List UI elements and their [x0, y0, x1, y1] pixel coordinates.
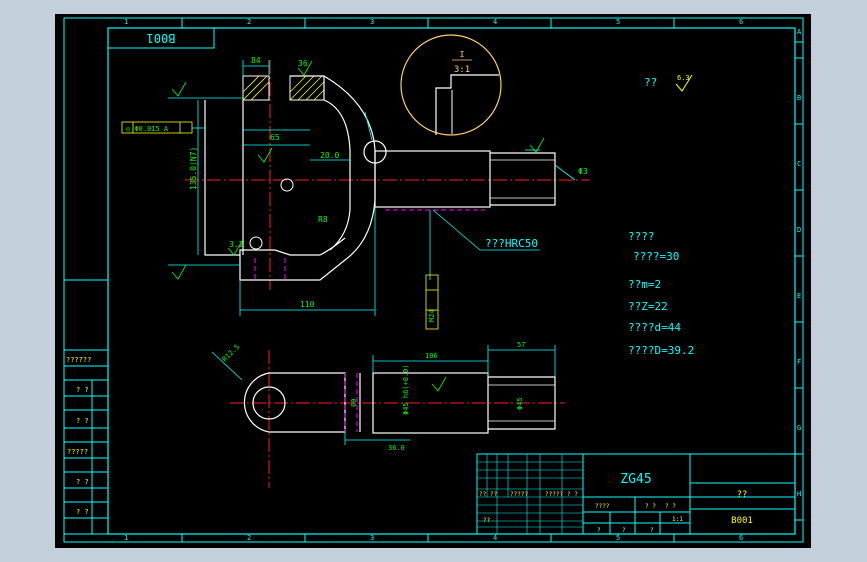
dim-arrow-label: Φ3	[578, 167, 588, 176]
dim-shaft-length: 106	[425, 352, 438, 360]
gear-teeth: ??Z=22	[628, 300, 668, 313]
material-label: ZG45	[620, 472, 651, 487]
zone-number-6-bottom: 6	[739, 534, 743, 542]
dim-left-vertical: 135.0(N7)	[189, 147, 198, 190]
zone-number-2-top: 2	[247, 18, 251, 26]
zone-letter-E: E	[797, 292, 801, 300]
tb-sub-5: ?	[622, 527, 626, 534]
roughness-label: ??	[644, 76, 657, 89]
dim-width-60: 60	[350, 399, 358, 407]
dim-slot: 20.0	[320, 151, 339, 160]
dim-bottom: 36.0	[388, 444, 405, 452]
zone-letter-F: F	[797, 358, 801, 366]
roughness-small: 3.2	[229, 240, 244, 249]
gear-title: ????	[628, 230, 655, 243]
tb-row-3: ? ?	[567, 491, 578, 498]
dim-shaft-dia: Φ45 h6(+0.0)	[402, 364, 410, 415]
dim-spline-dia: Φ45	[516, 397, 524, 410]
drawing-number-rotated: B001	[147, 31, 176, 45]
zone-number-1-bottom: 1	[124, 534, 128, 542]
cad-viewport[interactable]: 112233445566 ABCDEFGH B001 ◎ Φ0.015 A 84…	[0, 0, 867, 562]
tb-sheet: 1:1	[672, 516, 683, 523]
zone-number-4-bottom: 4	[493, 534, 497, 542]
zone-number-1-top: 1	[124, 18, 128, 26]
detail-scale: 3:1	[454, 65, 470, 75]
tolerance-text: ◎ Φ0.015 A	[126, 125, 169, 133]
tb-row-1: ?????	[510, 491, 528, 498]
left-label-2: ? ?	[76, 417, 89, 425]
gear-teeth-line: ????=30	[633, 250, 679, 263]
feature-box-text: M24	[428, 309, 436, 322]
tb-sub-3: ??	[483, 517, 491, 524]
heat-treatment-note: ???HRC50	[485, 237, 538, 250]
left-label-3: ?????	[67, 448, 88, 456]
zone-number-6-top: 6	[739, 18, 743, 26]
left-label-1: ? ?	[76, 386, 89, 394]
dim-spline-length: 57	[517, 341, 525, 349]
title-drawing-number: B001	[731, 516, 753, 526]
left-label-5: ? ?	[76, 508, 89, 516]
zone-number-3-bottom: 3	[370, 534, 374, 542]
sheet-background	[55, 14, 811, 548]
zone-number-5-bottom: 5	[616, 534, 620, 542]
dim-top-small: 36	[298, 59, 308, 68]
tb-sub-0: ????	[595, 503, 610, 510]
tb-sub-4: ?	[597, 527, 601, 534]
detail-letter: I	[460, 50, 465, 59]
zone-letter-D: D	[797, 226, 801, 234]
owner-label: ??	[737, 490, 748, 500]
tb-sub-6: ?	[650, 527, 654, 534]
roughness-value: 6.3	[677, 74, 690, 82]
zone-number-3-top: 3	[370, 18, 374, 26]
dim-chamfer: R8	[318, 215, 328, 224]
tb-sub-2: ? ?	[665, 503, 676, 510]
gear-pitch-dia: ????d=44	[628, 321, 681, 334]
zone-letter-C: C	[797, 160, 801, 168]
tb-row-2: ?????	[545, 491, 563, 498]
tb-row-0: ?? ??	[479, 491, 497, 498]
dim-top-width: 84	[251, 56, 261, 65]
gear-root-dia: ????D=39.2	[628, 344, 694, 357]
zone-number-2-bottom: 2	[247, 534, 251, 542]
zone-number-5-top: 5	[616, 18, 620, 26]
dim-bottom-width: 110	[300, 300, 315, 309]
gear-module: ??m=2	[628, 278, 661, 291]
engineering-drawing: 112233445566 ABCDEFGH B001 ◎ Φ0.015 A 84…	[55, 14, 811, 548]
left-label-4: ? ?	[76, 478, 89, 486]
zone-letter-H: H	[797, 490, 801, 498]
zone-letter-B: B	[797, 94, 801, 102]
left-label-0: ??????	[66, 356, 91, 364]
zone-number-4-top: 4	[493, 18, 497, 26]
dim-inner-width: 65	[270, 133, 280, 142]
tb-sub-1: ? ?	[645, 503, 656, 510]
zone-letter-G: G	[797, 424, 801, 432]
